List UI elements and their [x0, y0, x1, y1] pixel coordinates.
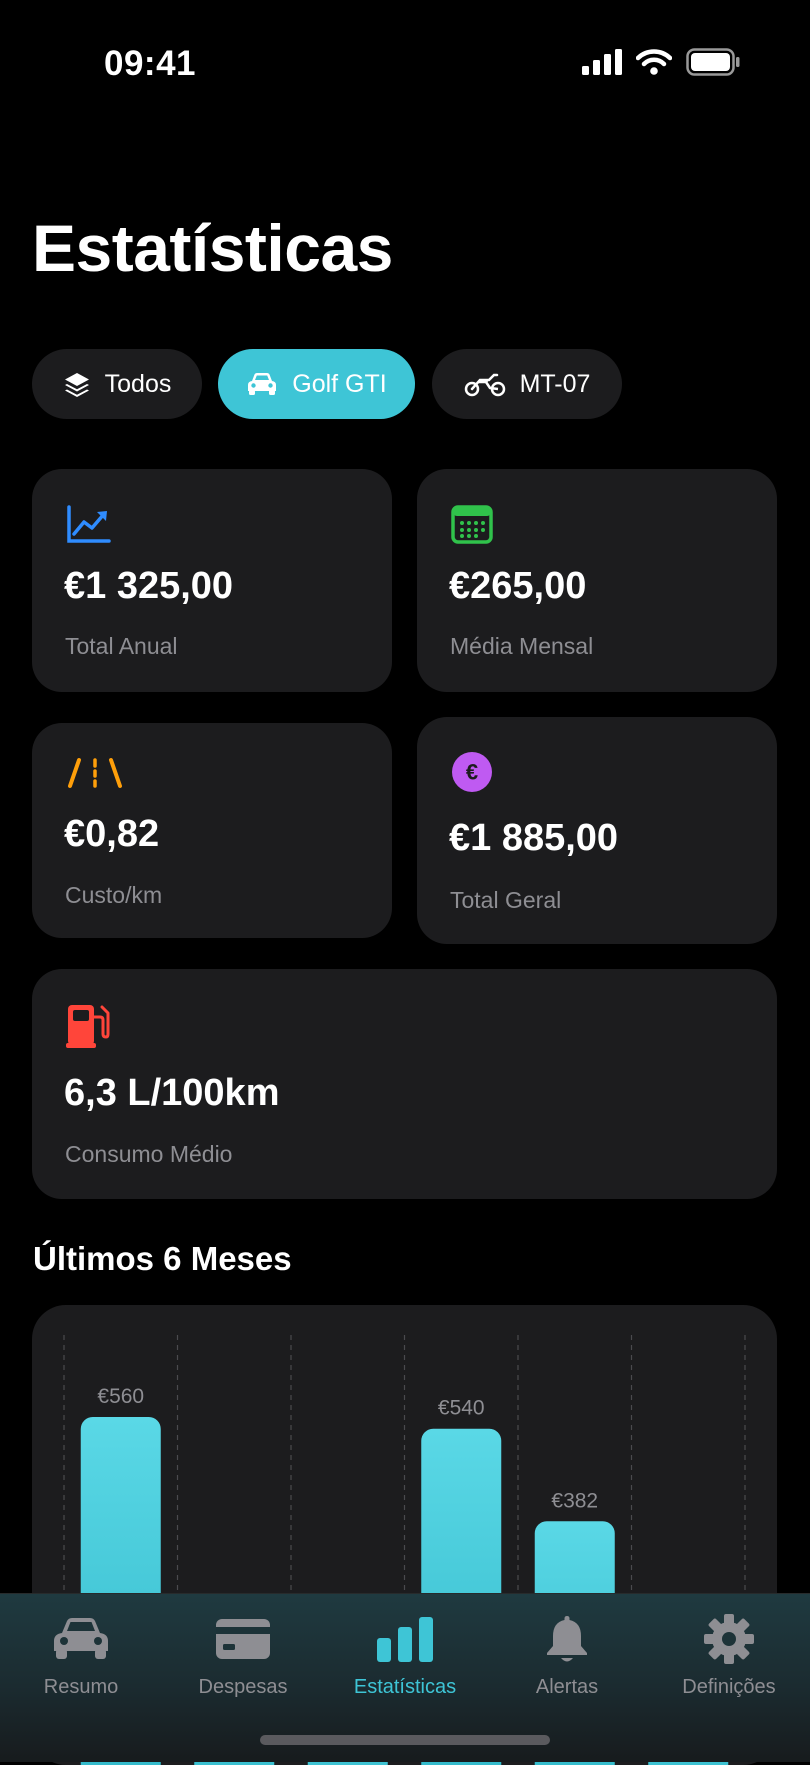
tab-label: Despesas	[198, 1676, 288, 1698]
euro-icon: €	[452, 752, 492, 792]
car-icon	[248, 373, 277, 395]
stat-label: Total Anual	[65, 633, 178, 659]
filter-chip-mt-07[interactable]: MT-07	[432, 349, 622, 419]
filter-chip-label: Golf GTI	[292, 369, 387, 398]
trend-chart-icon	[67, 505, 111, 543]
road-icon	[68, 758, 122, 788]
car-icon	[54, 1618, 108, 1659]
layers-icon	[64, 373, 89, 397]
stat-value: 6,3 L/100km	[64, 1072, 280, 1114]
tab-label: Resumo	[43, 1676, 119, 1698]
stat-card-media-mensal[interactable]: €265,00 Média Mensal	[417, 469, 777, 692]
wifi-icon	[636, 49, 672, 75]
tab-resumo[interactable]: Resumo	[0, 1594, 162, 1714]
tab-estatisticas[interactable]: Estatísticas	[324, 1594, 486, 1714]
stat-label: Custo/km	[65, 882, 163, 908]
tab-label: Estatísticas	[353, 1676, 457, 1698]
stat-label: Média Mensal	[450, 633, 594, 659]
tab-despesas[interactable]: Despesas	[162, 1594, 324, 1714]
filter-chip-label: Todos	[104, 369, 172, 398]
bell-icon	[547, 1616, 587, 1662]
tab-definicoes[interactable]: Definições	[648, 1594, 810, 1714]
stat-value: €0,82	[64, 813, 160, 855]
tab-alertas[interactable]: Alertas	[486, 1594, 648, 1714]
status-icons	[582, 48, 740, 76]
battery-icon	[686, 48, 740, 76]
stat-value: €1 885,00	[449, 817, 619, 859]
tab-label: Alertas	[535, 1676, 599, 1698]
chart-value-label: €382	[551, 1489, 598, 1512]
fuel-pump-icon	[66, 1005, 110, 1048]
signal-icon	[582, 49, 622, 75]
credit-card-icon	[216, 1619, 270, 1659]
chart-value-label: €540	[438, 1397, 485, 1420]
filter-chip-todos[interactable]: Todos	[32, 349, 202, 419]
stat-card-total-geral[interactable]: € €1 885,00 Total Geral	[417, 717, 777, 944]
page-title: Estatísticas	[32, 211, 393, 285]
home-indicator[interactable]	[260, 1735, 550, 1745]
stat-label: Total Geral	[450, 887, 562, 913]
stat-card-custo-km[interactable]: €0,82 Custo/km	[32, 723, 392, 938]
stat-value: €1 325,00	[64, 565, 234, 607]
tab-label: Definições	[682, 1676, 776, 1698]
filter-chip-label: MT-07	[519, 369, 591, 398]
calendar-icon	[451, 505, 493, 544]
chart-value-label: €560	[97, 1385, 144, 1408]
stat-card-total-anual[interactable]: €1 325,00 Total Anual	[32, 469, 392, 692]
motorcycle-icon	[464, 373, 505, 397]
bar-chart-icon	[377, 1617, 433, 1662]
status-time: 09:41	[104, 44, 197, 83]
svg-text:€: €	[466, 760, 478, 785]
filter-chip-golf-gti[interactable]: Golf GTI	[218, 349, 415, 419]
stat-card-consumo-medio[interactable]: 6,3 L/100km Consumo Médio	[32, 969, 777, 1199]
stat-label: Consumo Médio	[65, 1141, 233, 1167]
stat-value: €265,00	[449, 565, 587, 607]
gear-icon	[704, 1614, 754, 1664]
section-title: Últimos 6 Meses	[33, 1240, 292, 1277]
